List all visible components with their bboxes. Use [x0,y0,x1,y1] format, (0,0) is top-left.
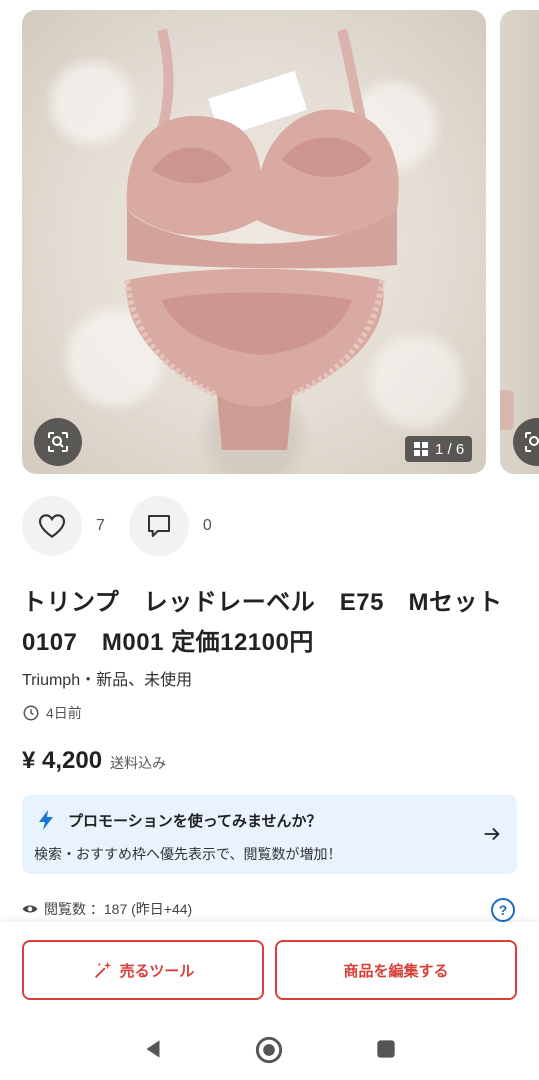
lightning-icon [39,810,53,830]
photo-counter[interactable]: 1 / 6 [405,436,473,462]
image-carousel[interactable]: 1 / 6 [0,0,539,486]
promotion-heading-row: プロモーションを使ってみませんか？ [36,809,322,831]
heart-icon [38,514,66,538]
home-icon[interactable] [255,1036,283,1064]
posted-time-label: 4日前 [46,705,82,721]
edit-item-button[interactable]: 商品を編集する [275,940,517,1000]
comment-icon [147,515,170,537]
comment-button[interactable] [128,496,189,556]
photo-counter-label: 1 / 6 [435,440,465,458]
posted-time: 4日前 [22,703,82,723]
back-icon[interactable] [140,1036,166,1062]
eye-icon [22,905,38,913]
product-illustration [124,28,399,450]
next-photo-preview[interactable] [500,10,539,474]
magic-wand-icon [94,961,111,978]
next-photo-strip [500,390,514,430]
sell-tool-button[interactable]: 売るツール [22,940,264,1000]
image-search-icon [48,432,68,452]
like-count: 7 [96,517,105,534]
help-button[interactable]: ? [491,898,515,922]
image-search-button[interactable] [34,418,82,466]
recents-icon[interactable] [373,1036,399,1062]
product-photo[interactable] [22,10,486,474]
clock-icon [23,705,39,721]
image-search-icon [525,432,539,452]
promotion-banner[interactable]: プロモーションを使ってみませんか？ 検索・おすすめ枠へ優先表示で、閲覧数が増加！ [22,795,517,874]
grid-icon [414,442,428,456]
like-button[interactable] [22,496,82,556]
sell-tool-label: 売るツール [119,962,195,980]
shipping-label: 送料込み [110,755,167,771]
promotion-subtext: 検索・おすすめ枠へ優先表示で、閲覧数が増加！ [34,846,342,862]
brand-condition[interactable]: Triumph・新品、未使用 [22,666,192,690]
price: ¥ 4,200 [22,747,103,774]
edit-item-label: 商品を編集する [343,962,449,980]
product-title: トリンプ レッドレーベル E75 Mセット 0107 M001 定価12100円 [22,589,503,656]
price-block: ¥ 4,200 送料込み [22,747,166,775]
system-navigation-bar [0,1022,539,1080]
arrow-right-icon [484,827,500,841]
action-row: 7 0 [22,496,236,556]
view-count: 閲覧数 ：187 (昨日+44) [22,899,192,919]
promotion-heading: プロモーションを使ってみませんか？ [68,812,322,830]
view-count-label: 閲覧数 ：187 (昨日+44) [44,901,193,917]
comment-count: 0 [202,517,212,534]
